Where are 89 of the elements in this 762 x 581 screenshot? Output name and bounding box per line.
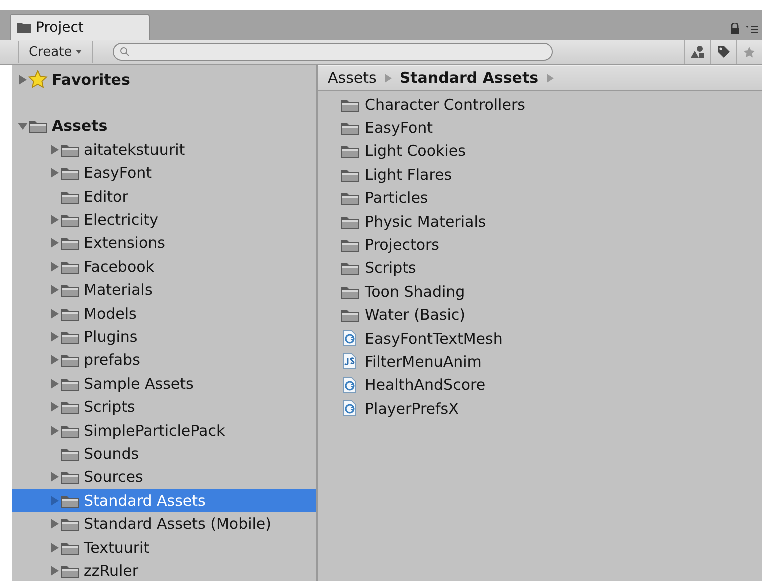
breadcrumb-arrow-icon	[546, 74, 554, 82]
folder-tree-item[interactable]: Editor	[12, 184, 316, 208]
create-button[interactable]: Create	[18, 41, 94, 63]
expand-arrow-icon[interactable]	[50, 401, 60, 414]
breadcrumb-arrow-icon	[384, 74, 392, 82]
breadcrumb-link[interactable]: Assets	[328, 69, 377, 87]
expand-arrow-icon[interactable]	[50, 330, 60, 343]
folder-item[interactable]: Particles	[318, 186, 762, 210]
favorites-item[interactable]: Favorites	[12, 68, 316, 92]
expand-arrow-icon[interactable]	[50, 542, 60, 554]
folder-icon	[17, 22, 31, 33]
script-file-item[interactable]: PlayerPrefsX	[318, 397, 762, 420]
folder-item[interactable]: Character Controllers	[318, 93, 762, 116]
folder-item[interactable]: Physic Materials	[318, 210, 762, 234]
expand-arrow-icon[interactable]	[50, 144, 60, 156]
folder-icon	[60, 516, 80, 532]
search-icon	[120, 47, 130, 57]
folder-tree-item[interactable]: Standard Assets	[12, 489, 316, 512]
expand-arrow-icon[interactable]	[50, 471, 60, 484]
expand-arrow-icon[interactable]	[50, 237, 60, 250]
caret-icon	[76, 50, 82, 54]
folder-icon	[60, 399, 80, 416]
script-file-item[interactable]: FilterMenuAnim	[318, 350, 762, 374]
folder-icon	[340, 307, 360, 324]
folder-item[interactable]: Projectors	[318, 233, 762, 257]
folder-tree-item[interactable]: Sample Assets	[12, 372, 316, 396]
folder-icon	[340, 143, 360, 160]
expand-arrow-icon[interactable]	[50, 378, 60, 390]
folder-icon	[340, 190, 360, 206]
shapes-icon	[690, 46, 704, 58]
folder-tree-item[interactable]: SimpleParticlePack	[12, 418, 316, 442]
folder-icon	[60, 352, 80, 368]
folder-tree-item[interactable]: Plugins	[12, 325, 316, 349]
folder-item[interactable]: EasyFont	[318, 116, 762, 140]
folder-icon	[340, 120, 360, 136]
project-tab[interactable]: Project	[10, 14, 150, 40]
star-icon	[28, 70, 48, 90]
expand-arrow-icon[interactable]	[50, 424, 60, 437]
folder-icon	[340, 260, 360, 276]
folder-item[interactable]: Toon Shading	[318, 280, 762, 304]
folder-tree-item[interactable]: Extensions	[12, 232, 316, 256]
folder-tree-item[interactable]: Sounds	[12, 442, 316, 466]
star-icon	[743, 46, 756, 58]
folder-tree-item[interactable]: Standard Assets (Mobile)	[12, 512, 316, 536]
expand-arrow-icon[interactable]	[18, 74, 28, 86]
script-file-item[interactable]: EasyFontTextMesh	[318, 326, 762, 350]
folder-tree-item[interactable]: aitatekstuurit	[12, 138, 316, 162]
folder-icon	[28, 118, 48, 134]
expand-arrow-icon[interactable]	[50, 214, 60, 226]
folder-tree-item[interactable]: Materials	[12, 278, 316, 302]
folder-tree-item[interactable]: Facebook	[12, 255, 316, 279]
code-file-icon	[343, 376, 357, 394]
code-file-icon	[343, 330, 357, 348]
expand-arrow-icon[interactable]	[50, 354, 60, 366]
breadcrumb-link[interactable]: Standard Assets	[400, 69, 539, 87]
script-file-item[interactable]: HealthAndScore	[318, 374, 762, 398]
folder-item[interactable]: Light Cookies	[318, 140, 762, 164]
tag-icon	[716, 45, 730, 59]
folder-tree-item[interactable]: zzRuler	[12, 559, 316, 581]
folder-item[interactable]: Scripts	[318, 256, 762, 280]
lock-icon[interactable]	[730, 23, 740, 34]
expand-arrow-icon[interactable]	[50, 308, 60, 320]
folder-tree-item[interactable]: Sources	[12, 466, 316, 490]
folder-tree-item[interactable]: Electricity	[12, 208, 316, 232]
folder-tree-item[interactable]: prefabs	[12, 348, 316, 372]
expand-arrow-icon[interactable]	[50, 564, 60, 577]
folder-tree-item[interactable]: Scripts	[12, 395, 316, 419]
script-file-icon	[343, 353, 357, 370]
expand-arrow-icon[interactable]	[50, 494, 60, 507]
folder-icon	[60, 235, 80, 252]
expand-arrow-icon[interactable]	[50, 260, 60, 273]
folder-tree-item[interactable]: Textuurit	[12, 536, 316, 560]
expand-arrow-icon[interactable]	[18, 120, 28, 132]
folder-item[interactable]: Water (Basic)	[318, 304, 762, 327]
expand-arrow-icon[interactable]	[50, 167, 60, 180]
code-file-icon	[343, 400, 357, 418]
search-field[interactable]	[113, 43, 554, 61]
folder-tree-item[interactable]: Models	[12, 302, 316, 326]
folder-icon	[60, 282, 80, 298]
assets-tree-item[interactable]: Assets	[12, 114, 316, 138]
folder-item[interactable]: Light Flares	[318, 163, 762, 187]
expand-arrow-icon[interactable]	[50, 518, 60, 530]
menu-icon[interactable]	[746, 24, 758, 34]
expand-arrow-icon[interactable]	[50, 284, 60, 296]
folder-icon	[340, 237, 360, 254]
folder-icon	[60, 165, 80, 182]
folder-icon	[60, 212, 80, 228]
folder-icon	[60, 469, 80, 486]
folder-tree-item[interactable]: EasyFont	[12, 162, 316, 185]
